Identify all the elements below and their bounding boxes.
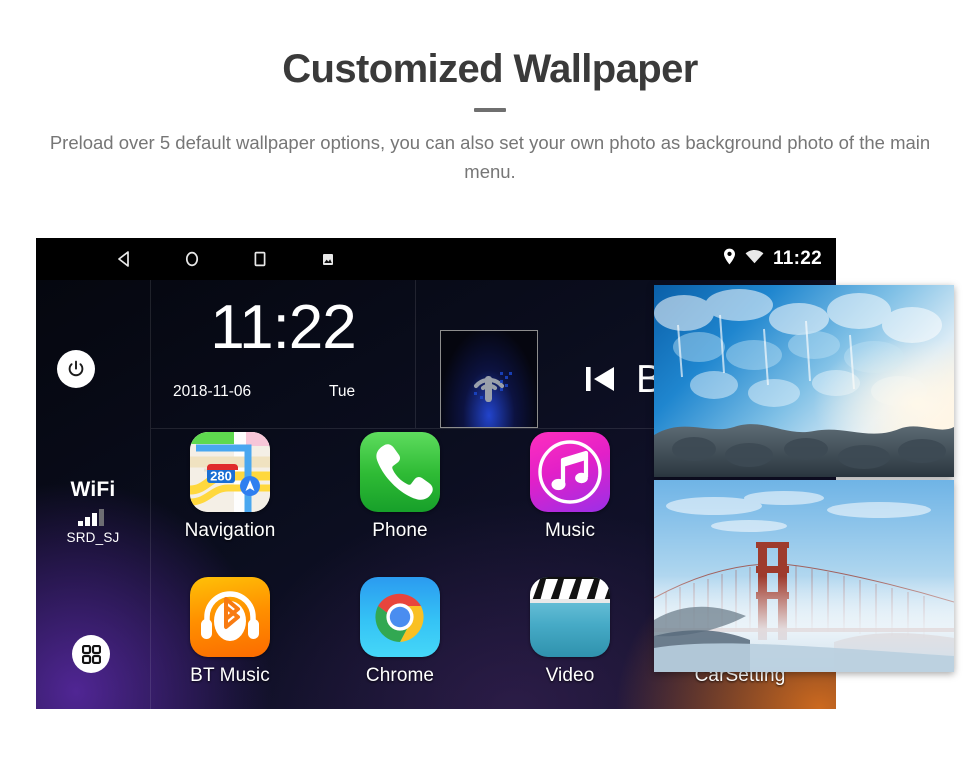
clock-panel-divider: [415, 280, 416, 428]
clock-time: 11:22: [210, 293, 357, 362]
home-icon[interactable]: [158, 238, 226, 280]
radio-antenna-icon[interactable]: [440, 330, 538, 428]
clock-widget[interactable]: 11:22 2018-11-06 Tue: [151, 280, 415, 428]
clock-weekday: Tue: [329, 383, 356, 400]
app-label: BT Music: [190, 665, 270, 686]
wifi-icon: [745, 249, 764, 269]
app-bt-music[interactable]: BT Music: [155, 577, 305, 687]
page-title: Customized Wallpaper: [282, 47, 698, 91]
clapperboard-icon: [530, 577, 610, 657]
music-note-icon: [530, 432, 610, 512]
app-label: Music: [544, 520, 596, 541]
status-bar: 11:22: [36, 238, 836, 280]
previous-track-icon[interactable]: [581, 360, 619, 403]
chrome-icon: [360, 577, 440, 657]
left-rail: WiFi SRD_SJ: [36, 280, 150, 709]
signal-bars-icon: [78, 509, 108, 526]
screenshot-icon[interactable]: [294, 238, 362, 280]
clock-date: 2018-11-06: [173, 383, 252, 400]
app-phone[interactable]: Phone: [325, 432, 475, 542]
svg-text:280: 280: [210, 469, 232, 484]
golden-gate-bridge-wallpaper[interactable]: [654, 480, 954, 672]
status-bar-indicators: 11:22: [723, 238, 822, 280]
app-chrome[interactable]: Chrome: [325, 577, 475, 687]
status-bar-clock: 11:22: [772, 248, 822, 269]
power-icon[interactable]: [57, 350, 95, 388]
app-label: Video: [545, 665, 595, 686]
app-label: Phone: [372, 520, 428, 541]
phone-handset-icon: [360, 432, 440, 512]
ice-cave-wallpaper[interactable]: [654, 285, 954, 477]
app-label: Navigation: [184, 520, 276, 541]
location-pin-icon: [723, 248, 736, 270]
wifi-status[interactable]: WiFi SRD_SJ: [36, 478, 150, 545]
wifi-label: WiFi: [70, 478, 116, 501]
title-divider: [474, 108, 506, 112]
page-subtitle: Preload over 5 default wallpaper options…: [49, 132, 931, 182]
app-music[interactable]: Music: [495, 432, 645, 542]
app-navigation[interactable]: 280 Navigation: [155, 432, 305, 542]
apps-grid-icon[interactable]: [72, 635, 110, 673]
recents-icon[interactable]: [226, 238, 294, 280]
maps-icon: 280: [190, 432, 270, 512]
status-bar-nav-buttons: [36, 238, 362, 280]
app-label: Chrome: [365, 665, 435, 686]
back-icon[interactable]: [90, 238, 158, 280]
wifi-ssid: SRD_SJ: [66, 530, 120, 545]
page-root: Customized Wallpaper Preload over 5 defa…: [0, 0, 980, 758]
header: Customized Wallpaper Preload over 5 defa…: [0, 0, 980, 186]
app-video[interactable]: Video: [495, 577, 645, 687]
bluetooth-headphones-icon: [190, 577, 270, 657]
